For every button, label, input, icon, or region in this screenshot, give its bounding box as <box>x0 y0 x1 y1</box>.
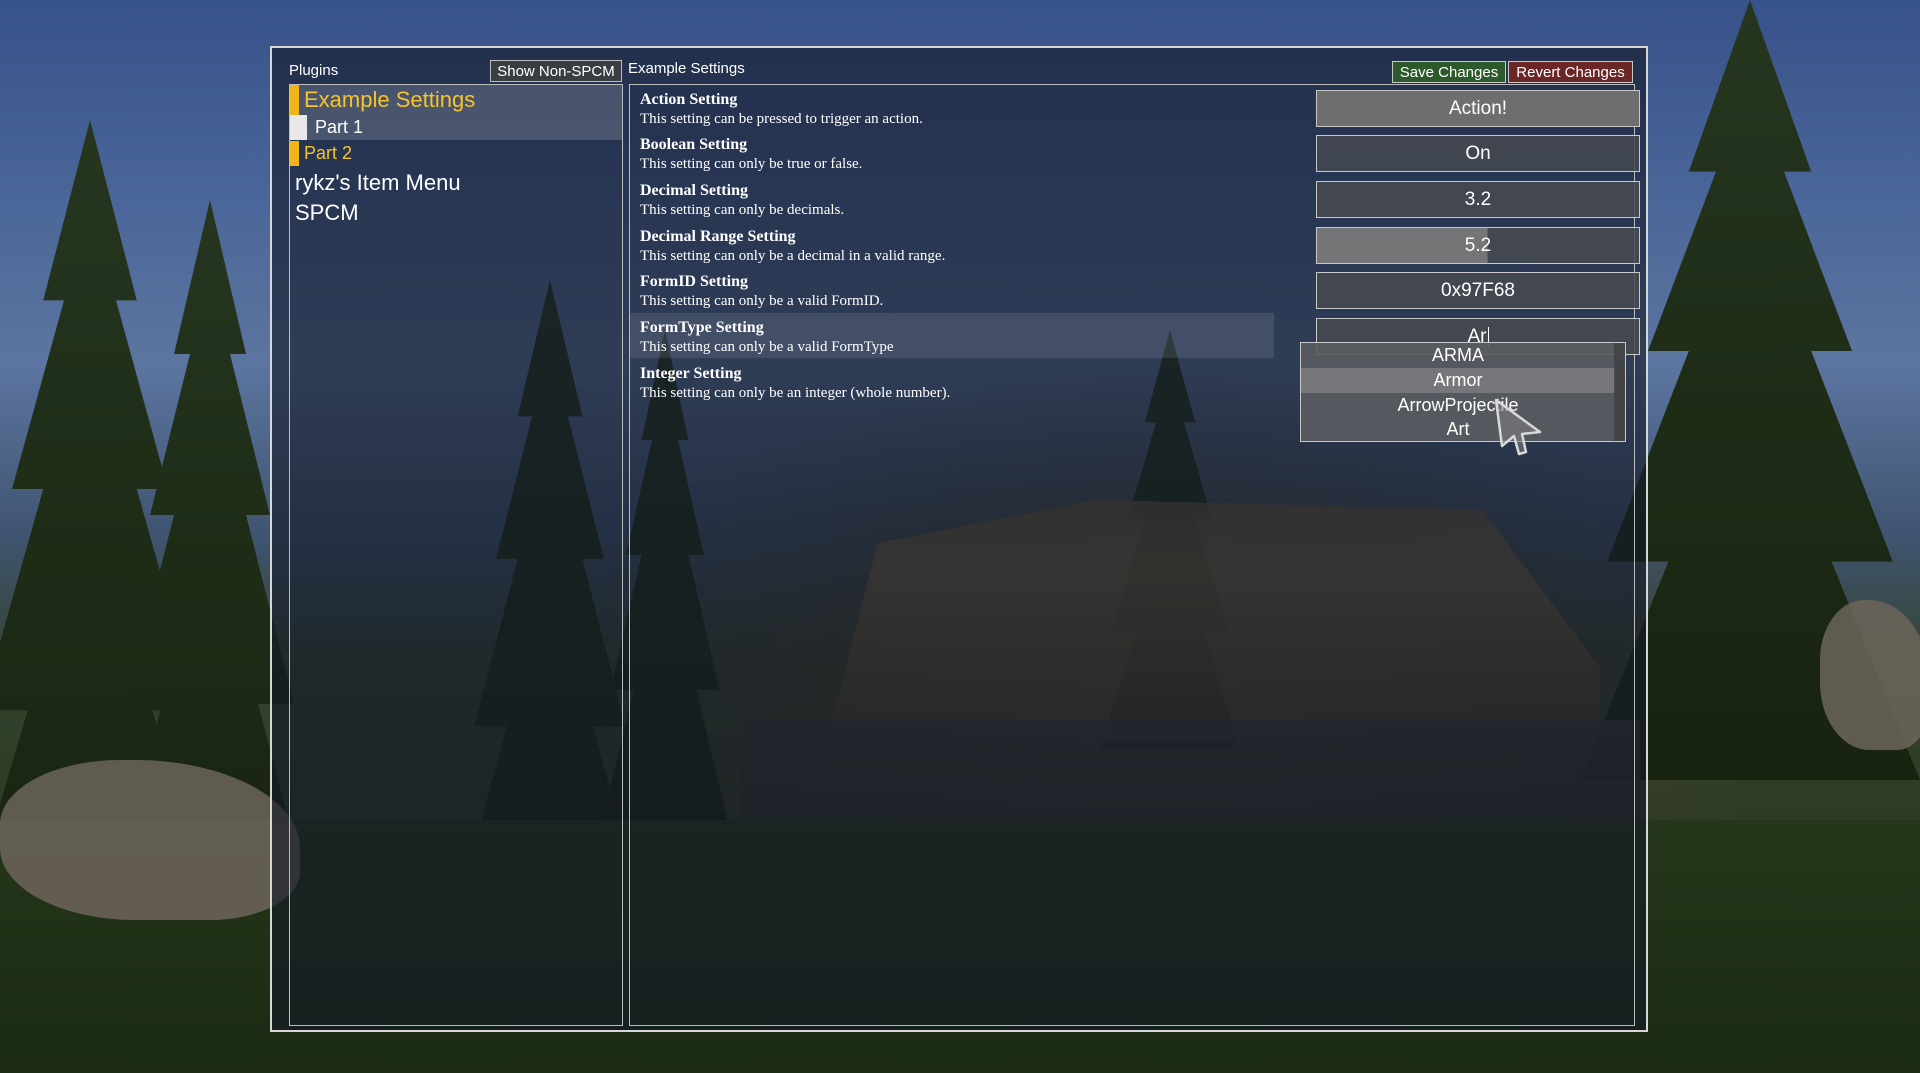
decimal-input[interactable]: 3.2 <box>1316 181 1640 218</box>
setting-description: This setting can be pressed to trigger a… <box>640 111 923 127</box>
setting-name: Action Setting <box>640 91 738 108</box>
dropdown-scrollbar[interactable] <box>1614 343 1625 441</box>
revert-changes-button[interactable]: Revert Changes <box>1508 61 1633 83</box>
plugin-item-label: rykz's Item Menu <box>295 170 461 195</box>
plugin-item-label: Part 1 <box>315 117 364 137</box>
plugin-item-spcm[interactable]: SPCM <box>290 198 622 228</box>
dropdown-option[interactable]: Art <box>1301 417 1615 442</box>
setting-name: Integer Setting <box>640 365 742 382</box>
settings-title: Example Settings <box>628 60 745 77</box>
plugins-list: Example Settings Part 1 Part 2 rykz's It… <box>289 84 623 1026</box>
decimal-range-slider[interactable]: 5.2 <box>1316 227 1640 264</box>
dropdown-option[interactable]: ARMA <box>1301 343 1615 368</box>
plugin-item-part-2[interactable]: Part 2 <box>290 141 622 166</box>
dropdown-option[interactable]: ArrowProjectile <box>1301 393 1615 418</box>
setting-name: FormType Setting <box>640 319 764 336</box>
setting-name: Decimal Setting <box>640 182 748 199</box>
save-changes-button[interactable]: Save Changes <box>1392 61 1506 83</box>
arrow-cursor-icon <box>1492 396 1548 461</box>
plugin-item-label: Example Settings <box>304 87 476 112</box>
section-marker <box>290 141 299 166</box>
setting-name: Decimal Range Setting <box>640 228 796 245</box>
rock <box>1820 600 1920 750</box>
setting-description: This setting can only be a decimal in a … <box>640 248 946 264</box>
setting-description: This setting can only be a valid FormID. <box>640 293 884 309</box>
plugin-item-label: SPCM <box>295 200 359 225</box>
plugins-title: Plugins <box>289 62 339 79</box>
setting-description: This setting can only be an integer (who… <box>640 385 951 401</box>
show-non-spcm-button[interactable]: Show Non-SPCM <box>490 60 622 82</box>
formid-input[interactable]: 0x97F68 <box>1316 272 1640 309</box>
formtype-dropdown: ARMA Armor ArrowProjectile Art <box>1300 342 1626 442</box>
mod-config-menu-window: Plugins Show Non-SPCM Example Settings P… <box>270 46 1648 1032</box>
active-marker <box>290 115 307 140</box>
plugin-item-part-1[interactable]: Part 1 <box>290 115 622 140</box>
setting-description: This setting can only be decimals. <box>640 202 845 218</box>
setting-description: This setting can only be true or false. <box>640 156 863 172</box>
settings-list: Action Setting This setting can be press… <box>629 84 1640 1026</box>
plugin-item-example-settings[interactable]: Example Settings <box>290 85 622 115</box>
selected-marker <box>290 85 299 115</box>
setting-name: FormID Setting <box>640 273 748 290</box>
setting-description: This setting can only be a valid FormTyp… <box>640 339 894 355</box>
plugin-item-label: Part 2 <box>304 143 353 163</box>
setting-row-formtype: FormType Setting This setting can only b… <box>630 313 1274 358</box>
boolean-toggle[interactable]: On <box>1316 135 1640 172</box>
dropdown-option[interactable]: Armor <box>1301 368 1615 393</box>
action-button[interactable]: Action! <box>1316 90 1640 127</box>
setting-name: Boolean Setting <box>640 136 748 153</box>
plugin-item-rykz-item-menu[interactable]: rykz's Item Menu <box>290 168 622 198</box>
